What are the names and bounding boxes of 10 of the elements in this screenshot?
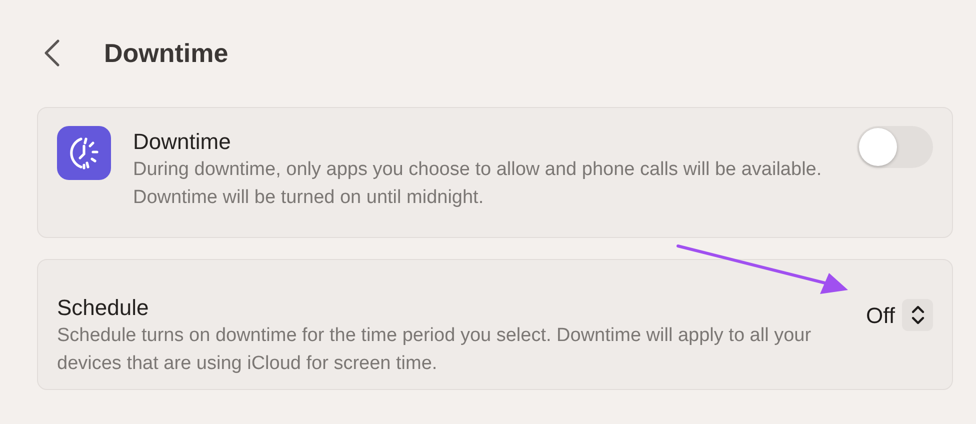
downtime-app-icon xyxy=(57,126,111,180)
page-title: Downtime xyxy=(104,36,228,70)
setting-title: Schedule xyxy=(57,294,150,322)
toggle-switch[interactable] xyxy=(857,126,933,168)
popup-value: Off xyxy=(866,302,895,330)
up-down-chevron-icon xyxy=(910,304,924,326)
setting-description: During downtime, only apps you choose to allow and phone calls will be available. Downtime will be turned on until midnight. xyxy=(133,158,823,210)
stepper-button[interactable] xyxy=(902,299,933,331)
setting-description: Schedule turns on downtime for the time period you select. Downtime will apply to all your devices that are using iCloud for screen time. xyxy=(57,324,812,376)
setting-title: Downtime xyxy=(133,128,232,156)
